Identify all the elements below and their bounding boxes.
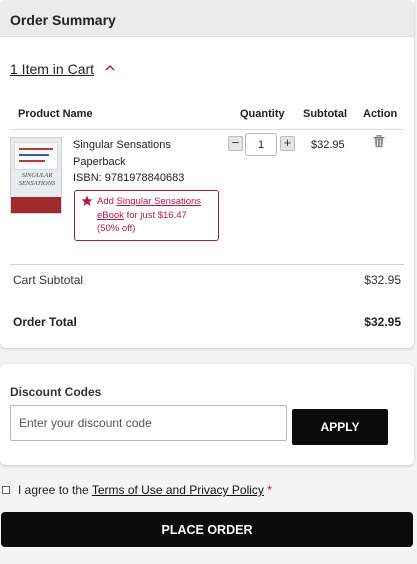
cart-items-toggle[interactable]: 1 Item in Cart (10, 61, 115, 77)
cover-decoration (19, 160, 45, 162)
product-format: Paperback (73, 155, 126, 168)
terms-prefix: I agree to the (18, 483, 89, 497)
trash-icon[interactable] (373, 135, 385, 148)
terms-checkbox[interactable] (2, 486, 10, 494)
product-name: Singular Sensations (73, 139, 171, 151)
order-total-label: Order Total (13, 315, 77, 329)
cover-decoration (19, 148, 53, 150)
terms-link[interactable]: Terms of Use and Privacy Policy (92, 483, 264, 497)
chevron-up-icon (105, 65, 115, 71)
column-header-quantity: Quantity (240, 108, 285, 120)
totals-divider (10, 264, 404, 265)
cover-decoration (19, 154, 49, 156)
ebook-upsell-box: Add Singular Sensations eBook for just $… (74, 190, 219, 241)
promo-prefix: Add (97, 196, 114, 207)
header-divider (10, 129, 404, 130)
cover-blurb-panel (14, 142, 58, 170)
star-icon (81, 195, 93, 206)
place-order-button[interactable]: PLACE ORDER (1, 512, 413, 547)
cart-subtotal-label: Cart Subtotal (13, 273, 84, 287)
product-isbn: ISBN: 9781978840683 (73, 172, 185, 184)
column-header-subtotal: Subtotal (303, 108, 347, 120)
product-cover-image: SINGULAR SENSATIONS (10, 137, 62, 214)
item-subtotal: $32.95 (311, 139, 345, 151)
required-marker: * (267, 483, 272, 497)
cover-band (11, 197, 61, 213)
column-header-action: Action (363, 108, 398, 120)
quantity-input[interactable] (245, 133, 277, 156)
promo-discount: (50% off) (97, 223, 136, 234)
order-summary-card: Order Summary 1 Item in Cart Product Nam… (0, 0, 414, 348)
cart-toggle-label: 1 Item in Cart (10, 61, 95, 77)
terms-label: I agree to the Terms of Use and Privacy … (18, 483, 272, 497)
order-summary-title: Order Summary (0, 0, 414, 37)
quantity-decrease-button[interactable]: − (228, 136, 243, 151)
minus-icon: − (231, 135, 240, 150)
discount-codes-title: Discount Codes (10, 385, 102, 399)
column-header-product: Product Name (18, 108, 93, 120)
order-total-value: $32.95 (364, 315, 401, 329)
cover-title: SINGULAR SENSATIONS (18, 172, 56, 187)
quantity-increase-button[interactable]: + (280, 136, 295, 151)
discount-code-input[interactable] (10, 405, 287, 441)
plus-icon: + (283, 135, 292, 150)
apply-discount-button[interactable]: APPLY (292, 409, 388, 445)
product-info: Singular Sensations Paperback ISBN: 9781… (73, 137, 213, 187)
discount-codes-card: Discount Codes APPLY (0, 364, 414, 465)
promo-suffix: for just $16.47 (126, 209, 187, 221)
cart-subtotal-value: $32.95 (364, 273, 401, 287)
